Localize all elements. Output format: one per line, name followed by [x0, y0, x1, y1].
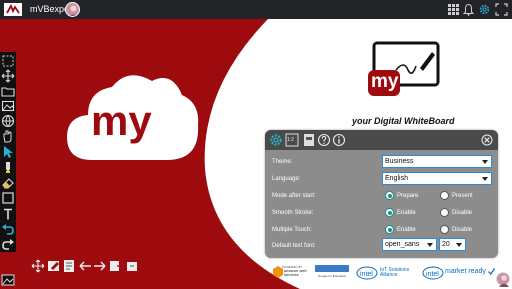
theme-value: Business [385, 158, 414, 165]
board-logo-text: my [371, 71, 399, 92]
app-logo-icon[interactable] [4, 3, 22, 16]
mode-prepare-radio[interactable] [385, 191, 394, 200]
redo-icon[interactable] [1, 237, 15, 251]
mode-present-label: Present [452, 193, 473, 199]
select-icon[interactable] [1, 54, 15, 68]
google-education-text: Google for Education [317, 274, 347, 278]
left-toolbar [0, 52, 16, 252]
chevron-down-icon [456, 243, 462, 247]
svg-text:intel: intel [360, 271, 373, 278]
highlighter-icon[interactable] [1, 160, 15, 174]
intel-icon: intel [356, 266, 378, 280]
undo-icon[interactable] [1, 222, 15, 236]
chevron-down-icon [482, 177, 488, 181]
image-icon[interactable] [1, 99, 15, 113]
aws-logo-text: amazon web services [284, 268, 307, 277]
globe-icon[interactable] [1, 114, 15, 128]
text-icon[interactable] [1, 207, 15, 221]
language-label: Language: [272, 176, 301, 182]
smooth-disable-radio[interactable] [440, 208, 449, 217]
folder-icon[interactable] [1, 84, 15, 98]
check-icon [488, 268, 495, 275]
theme-select[interactable]: Business [382, 155, 492, 168]
font-value: open_sans [385, 241, 420, 248]
touch-disable-label: Disable [452, 227, 473, 233]
top-bar: mVBexpert [0, 0, 512, 19]
board-edit-icon[interactable] [47, 259, 61, 273]
font-select[interactable]: open_sans [382, 238, 437, 251]
aws-cube-icon [273, 266, 283, 278]
intel-icon: intel [422, 266, 444, 280]
mode-prepare-label: Prepare [397, 193, 419, 199]
google-education-logo: Google for Education [315, 264, 349, 284]
info-icon[interactable] [332, 133, 346, 147]
arrow-right-icon[interactable] [93, 259, 107, 273]
close-icon[interactable] [480, 133, 494, 147]
touch-enable-label: Enable [397, 227, 416, 233]
settings-header: 1:2 [265, 130, 498, 150]
arrow-left-icon[interactable] [78, 259, 92, 273]
chevron-down-icon [427, 243, 433, 247]
move-icon[interactable] [31, 259, 45, 273]
rectangle-icon[interactable] [1, 191, 15, 205]
forward-icon[interactable] [109, 259, 123, 273]
smooth-label: Smooth Stroke: [272, 210, 314, 216]
cloud-logo-text: my [91, 97, 152, 144]
tagline: your Digital WhiteBoard [352, 116, 455, 126]
smooth-enable-radio[interactable] [385, 208, 394, 217]
font-size-value: 20 [442, 241, 450, 248]
hand-icon[interactable] [1, 129, 15, 143]
touch-disable-radio[interactable] [440, 225, 449, 234]
theme-label: Theme: [272, 159, 293, 165]
chevron-down-icon [482, 160, 488, 164]
intel-market-ready-logo: intel market ready [422, 264, 495, 284]
aws-logo: POWERED BY amazon web services [273, 264, 310, 284]
ppt-icon[interactable] [302, 133, 316, 147]
bell-icon[interactable] [462, 3, 475, 16]
settings-icon[interactable] [269, 133, 283, 147]
avatar[interactable] [65, 2, 80, 17]
mode-label: Mode after start: [272, 193, 316, 199]
svg-text:intel: intel [426, 271, 439, 278]
intel-iot-logo: intel IoT Solutions Alliance [356, 264, 416, 284]
touch-label: Multiple Touch: [272, 227, 312, 233]
font-size-select[interactable]: 20 [439, 238, 466, 251]
export-icon[interactable] [125, 259, 139, 273]
settings-panel: 1:2 Theme: Business Language: English Mo… [265, 130, 498, 258]
smooth-enable-label: Enable [397, 210, 416, 216]
zoom-label: 1:2 [287, 137, 294, 143]
touch-enable-radio[interactable] [385, 225, 394, 234]
language-value: English [385, 175, 408, 182]
eraser-icon[interactable] [1, 176, 15, 190]
help-icon[interactable] [317, 133, 331, 147]
image-export-icon[interactable] [1, 273, 15, 287]
mode-present-radio[interactable] [440, 191, 449, 200]
document-icon[interactable] [62, 259, 76, 273]
language-select[interactable]: English [382, 172, 492, 185]
intel-iot-text: IoT Solutions Alliance [380, 267, 410, 278]
intel-market-text: market ready [445, 268, 486, 275]
avatar[interactable] [496, 272, 510, 287]
smooth-disable-label: Disable [452, 210, 473, 216]
gear-icon[interactable] [478, 3, 491, 16]
expand-icon[interactable] [495, 3, 508, 16]
font-label: Default text font: [272, 243, 316, 249]
move-icon[interactable] [1, 69, 15, 83]
grid-icon[interactable] [447, 3, 460, 16]
pointer-icon[interactable] [1, 145, 15, 159]
